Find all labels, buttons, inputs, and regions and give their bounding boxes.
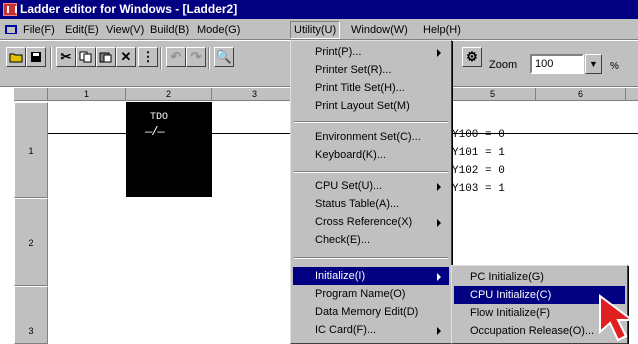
window-title: Ladder editor for Windows - [Ladder2]: [20, 2, 238, 16]
menu-item-print[interactable]: Print(P)...: [293, 43, 449, 61]
row-header[interactable]: 1: [14, 102, 48, 198]
menu-item-data-memory-edit[interactable]: Data Memory Edit(D): [293, 303, 449, 321]
menu-item-label: Environment Set(C)...: [315, 131, 421, 143]
save-icon[interactable]: [26, 47, 46, 67]
zoom-unit: %: [610, 61, 619, 72]
toolbar-separator: [160, 47, 162, 69]
menu-bar: File(F) Edit(E) View(V) Build(B) Mode(G)…: [0, 19, 638, 40]
menu-item-label: Initialize(I): [315, 270, 366, 282]
menu-item-printer-set[interactable]: Printer Set(R)...: [293, 61, 449, 79]
menu-help[interactable]: Help(H): [420, 22, 464, 38]
code-line: Y103 = 1: [452, 183, 505, 195]
menu-separator: [294, 121, 448, 123]
zoom-label: Zoom: [489, 59, 518, 71]
zoom-select[interactable]: 100: [530, 54, 584, 74]
menu-item-label: CPU Set(U)...: [315, 180, 383, 192]
submenu-arrow-icon: [437, 327, 441, 335]
open-icon[interactable]: [6, 47, 26, 67]
menu-item-initialize[interactable]: Initialize(I): [293, 267, 449, 285]
menu-utility[interactable]: Utility(U): [290, 21, 341, 39]
row-header[interactable]: 3: [14, 286, 48, 344]
menu-item-label: Data Memory Edit(D): [315, 306, 419, 318]
cut-icon[interactable]: ✂: [56, 47, 76, 67]
menu-item-label: Print Title Set(H)...: [315, 82, 405, 94]
insert-line-icon[interactable]: ⋮: [138, 47, 158, 67]
menu-item-print-title-set[interactable]: Print Title Set(H)...: [293, 79, 449, 97]
menu-separator: [294, 257, 448, 259]
paste-icon[interactable]: [96, 47, 116, 67]
title-bar: Ladder editor for Windows - [Ladder2]: [0, 0, 638, 19]
left-margin: [0, 88, 14, 344]
code-line: Y100 = 0: [452, 129, 505, 141]
menu-item-label: Check(E)...: [315, 234, 371, 246]
utility-menu: Print(P)... Printer Set(R)... Print Titl…: [290, 40, 452, 344]
code-line: Y102 = 0: [452, 165, 505, 177]
contact-label: TDO: [150, 112, 169, 123]
menu-window[interactable]: Window(W): [348, 22, 411, 38]
delete-icon[interactable]: ✕: [116, 47, 136, 67]
monitor-icon[interactable]: ⚙: [462, 47, 482, 67]
column-header-cell: 6: [536, 88, 626, 101]
submenu-arrow-icon: [437, 273, 441, 281]
menu-mode[interactable]: Mode(G): [194, 22, 243, 38]
menu-item-label: Printer Set(R)...: [315, 64, 392, 76]
menu-item-check[interactable]: Check(E)...: [293, 231, 449, 249]
column-header-cell: 2: [126, 88, 212, 101]
column-header-corner: [14, 88, 48, 101]
column-header-cell: 1: [48, 88, 126, 101]
menu-item-label: Print(P)...: [315, 46, 362, 58]
copy-icon[interactable]: [76, 47, 96, 67]
menu-item-cross-reference[interactable]: Cross Reference(X): [293, 213, 449, 231]
menu-edit[interactable]: Edit(E): [62, 22, 102, 38]
row-header[interactable]: 2: [14, 198, 48, 286]
menu-item-label: Print Layout Set(M): [315, 100, 410, 112]
menu-item-status-table[interactable]: Status Table(A)...: [293, 195, 449, 213]
submenu-arrow-icon: [437, 219, 441, 227]
menu-item-label: Status Table(A)...: [315, 198, 400, 210]
redo-icon[interactable]: ↷: [186, 47, 206, 67]
rung-line: [48, 133, 298, 134]
selected-cell[interactable]: [126, 102, 212, 197]
menu-item-label: Keyboard(K)...: [315, 149, 386, 161]
submenu-arrow-icon: [437, 183, 441, 191]
toolbar-separator: [50, 47, 52, 69]
toolbar-separator: [208, 47, 210, 69]
menu-item-print-layout-set[interactable]: Print Layout Set(M): [293, 97, 449, 115]
menu-item-label: Cross Reference(X): [315, 216, 413, 228]
nc-contact-symbol: —/—: [145, 125, 165, 139]
menu-view[interactable]: View(V): [103, 22, 147, 38]
column-header-cell: 5: [450, 88, 536, 101]
menu-item-label: Program Name(O): [315, 288, 406, 300]
code-line: Y101 = 1: [452, 147, 505, 159]
menu-item-environment-set[interactable]: Environment Set(C)...: [293, 128, 449, 146]
chevron-down-icon[interactable]: ▼: [585, 54, 602, 74]
menu-build[interactable]: Build(B): [147, 22, 192, 38]
app-icon[interactable]: [3, 3, 17, 16]
undo-icon[interactable]: ↶: [166, 47, 186, 67]
menu-item-ic-card[interactable]: IC Card(F)...: [293, 321, 449, 339]
menu-item-program-name[interactable]: Program Name(O): [293, 285, 449, 303]
find-icon[interactable]: 🔍: [214, 47, 234, 67]
submenu-arrow-icon: [437, 49, 441, 57]
document-icon[interactable]: [5, 25, 17, 34]
menu-separator: [294, 171, 448, 173]
submenu-item-pc-initialize[interactable]: PC Initialize(G): [454, 268, 625, 286]
pointer-cursor-icon: [599, 294, 635, 342]
menu-item-keyboard[interactable]: Keyboard(K)...: [293, 146, 449, 164]
menu-item-cpu-set[interactable]: CPU Set(U)...: [293, 177, 449, 195]
menu-item-label: IC Card(F)...: [315, 324, 377, 336]
column-header-cell: 3: [212, 88, 298, 101]
menu-file[interactable]: File(F): [20, 22, 58, 38]
